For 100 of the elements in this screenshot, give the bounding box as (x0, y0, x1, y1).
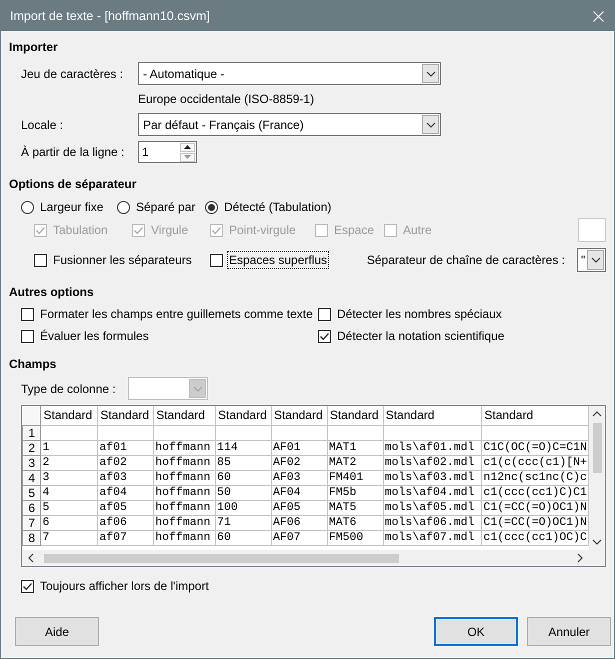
column-header[interactable]: Standard (98, 406, 154, 425)
checkbox[interactable] (21, 308, 34, 320)
dialog-button[interactable]: Annuler (527, 617, 611, 646)
table-cell: mols\af07.mdl (383, 530, 482, 545)
row-header: 8 (22, 530, 41, 545)
column-header[interactable]: Standard (40, 406, 98, 425)
table-cell: AF05 (271, 500, 328, 515)
checkbox[interactable] (210, 254, 223, 266)
field-label: À partir de la ligne : (21, 145, 126, 159)
table-cell: af07 (98, 530, 154, 545)
chevron-down-icon (426, 68, 436, 78)
table-cell: hoffmann (154, 455, 216, 470)
table-cell: hoffmann (154, 500, 216, 515)
checkbox-label[interactable]: Évaluer les formules (39, 328, 150, 344)
chevron-right-icon[interactable] (575, 553, 585, 563)
charset-note: Europe occidentale (ISO-8859-1) (138, 92, 314, 106)
table-cell: AF04 (271, 485, 328, 500)
table-cell: 60 (216, 470, 272, 485)
checkbox[interactable] (21, 330, 34, 342)
column-header[interactable]: Standard (482, 406, 588, 425)
checkbox[interactable] (318, 330, 331, 342)
table-cell: MAT2 (327, 455, 384, 470)
spin-up-button[interactable] (180, 142, 195, 152)
table-cell: 60 (216, 530, 272, 545)
section-heading: Autres options (9, 285, 94, 300)
column-header[interactable]: Standard (154, 406, 216, 425)
checkbox-label[interactable]: Fusionner les séparateurs (52, 252, 193, 268)
table-cell: af03 (98, 470, 154, 485)
radio-button[interactable] (21, 200, 34, 214)
field-label: Locale : (21, 118, 64, 132)
table-cell: 6 (40, 515, 98, 530)
table-cell: AF06 (271, 515, 328, 530)
table-cell: af02 (98, 455, 154, 470)
section-heading: Importer (9, 40, 58, 55)
checkbox-label[interactable]: Espaces superflus (228, 252, 328, 268)
field-label: Séparateur de chaîne de caractères : (366, 253, 565, 267)
table-cell: AF02 (271, 455, 328, 470)
radio-label[interactable]: Séparé par (135, 199, 196, 215)
table-cell: AF01 (271, 440, 328, 455)
radio-label[interactable]: Largeur fixe (39, 199, 104, 215)
vertical-scrollbar[interactable] (589, 406, 605, 550)
radio-button[interactable] (117, 200, 130, 214)
row-header: 3 (22, 455, 41, 470)
checkbox-label[interactable]: Détecter la notation scientifique (336, 328, 506, 344)
chevron-down-icon (590, 255, 600, 265)
charset-dropdown[interactable]: - Automatique - (138, 62, 441, 85)
table-cell: mols\af03.mdl (383, 470, 482, 485)
close-icon[interactable] (593, 10, 604, 22)
chevron-down-icon (426, 120, 436, 130)
column-header[interactable]: Standard (271, 406, 328, 425)
radio-label[interactable]: Détecté (Tabulation) (223, 199, 332, 215)
dialog-button[interactable]: OK (434, 617, 518, 646)
table-cell: hoffmann (154, 440, 216, 455)
locale-dropdown[interactable]: Par défaut - Français (France) (138, 113, 441, 136)
column-header[interactable]: Standard (383, 406, 482, 425)
scrollbar-thumb[interactable] (592, 423, 602, 473)
help-button[interactable]: Aide (15, 617, 99, 646)
checkbox[interactable] (21, 580, 34, 592)
checkbox[interactable] (34, 254, 47, 266)
table-cell: FM401 (327, 470, 384, 485)
row-header: 6 (22, 500, 41, 515)
column-header[interactable]: Standard (216, 406, 272, 425)
table-cell: MAT6 (327, 515, 384, 530)
checkbox-label[interactable]: Toujours afficher lors de l'import (39, 578, 210, 594)
table-cell: mols\af05.mdl (383, 500, 482, 515)
scrollbar-thumb[interactable] (44, 554, 399, 562)
table-cell: 71 (216, 515, 272, 530)
table-cell: FM5b (327, 485, 384, 500)
row-header: 5 (22, 485, 41, 500)
field-label: Type de colonne : (21, 382, 116, 396)
triangle-down-icon (184, 155, 191, 159)
table-cell: 1 (40, 440, 98, 455)
column-header[interactable]: Standard (327, 406, 384, 425)
table-cell: c1(ccc(cc1)C)C1 (482, 485, 588, 500)
table-cell: hoffmann (154, 530, 216, 545)
row-header: 1 (22, 425, 41, 440)
field-label: Jeu de caractères : (21, 66, 124, 80)
table-cell: AF07 (271, 530, 328, 545)
table-cell: hoffmann (154, 485, 216, 500)
chevron-left-icon[interactable] (26, 553, 36, 563)
table-cell: af01 (98, 440, 154, 455)
section-heading: Champs (9, 357, 56, 372)
radio-button[interactable] (205, 200, 218, 214)
table-cell: mols\af01.mdl (383, 440, 482, 455)
other-separator-field[interactable] (578, 218, 606, 242)
table-cell: MAT5 (327, 500, 384, 515)
checkbox-label[interactable]: Détecter les nombres spéciaux (336, 306, 503, 322)
row-header: 2 (22, 440, 41, 455)
chevron-down-icon[interactable] (592, 537, 602, 547)
checkbox[interactable] (318, 308, 331, 320)
table-cell: FM500 (327, 530, 384, 545)
triangle-up-icon (184, 145, 191, 149)
horizontal-scrollbar[interactable] (22, 550, 589, 566)
string-delimiter-dropdown[interactable]: " (577, 248, 606, 272)
checkbox-label[interactable]: Formater les champs entre guillemets comme texte (39, 306, 314, 322)
table-cell: C1(=CC(=O)OC1)N (482, 500, 588, 515)
table-cell: 50 (216, 485, 272, 500)
table-cell: 114 (216, 440, 272, 455)
chevron-up-icon[interactable] (592, 409, 602, 419)
spin-field[interactable]: 1 (138, 141, 197, 163)
